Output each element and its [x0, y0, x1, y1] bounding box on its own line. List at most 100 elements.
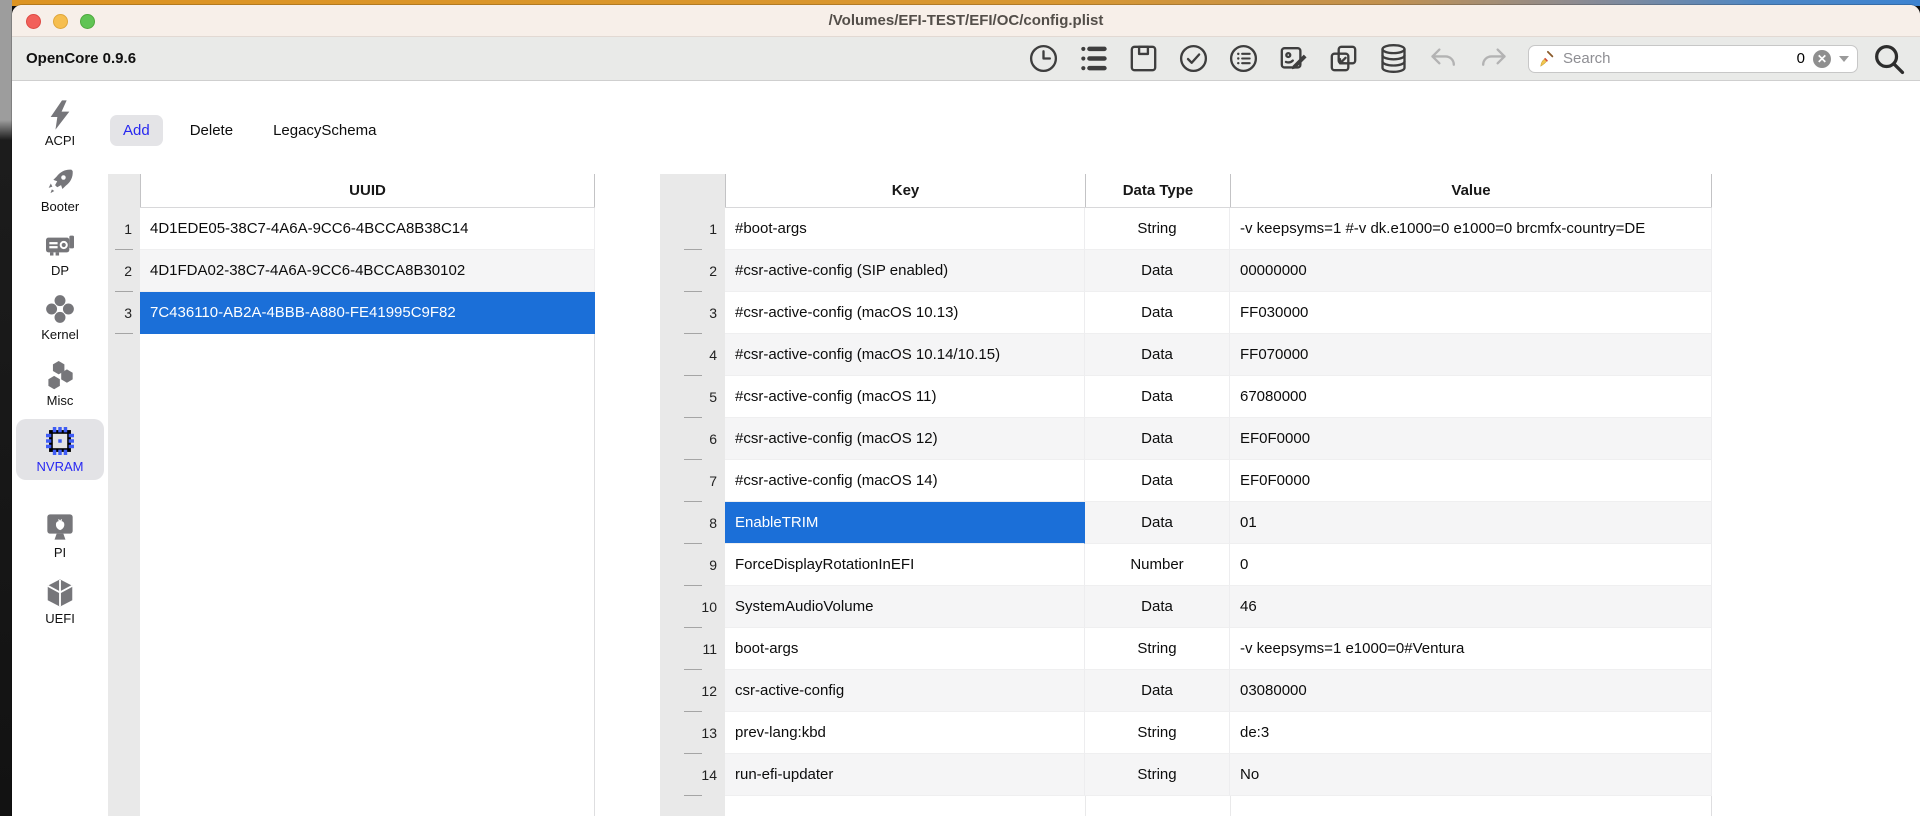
edit-plist-icon[interactable]	[1277, 42, 1310, 75]
data-type-cell[interactable]: Data	[1085, 502, 1230, 544]
clear-search-button[interactable]: ✕	[1813, 49, 1831, 68]
value-cell[interactable]: 03080000	[1230, 670, 1712, 712]
app-window: /Volumes/EFI-TEST/EFI/OC/config.plist Op…	[12, 5, 1920, 816]
key-cell[interactable]: #csr-active-config (macOS 10.13)	[725, 292, 1085, 334]
key-column-header[interactable]: Key	[725, 174, 1085, 207]
uuid-cell[interactable]: 7C436110-AB2A-4BBB-A880-FE41995C9F82	[140, 292, 595, 334]
nvram-table-row[interactable]: 9 ForceDisplayRotationInEFI Number 0	[660, 544, 1712, 586]
nvram-table-row[interactable]: 6 #csr-active-config (macOS 12) Data EF0F00…	[660, 418, 1712, 460]
toolbar: OpenCore 0.9.6 Search 0 ✕	[12, 37, 1920, 81]
data-type-cell[interactable]: String	[1085, 628, 1230, 670]
key-cell[interactable]: EnableTRIM	[725, 502, 1085, 544]
search-input[interactable]: Search 0 ✕	[1528, 44, 1858, 73]
tab-legacyschema[interactable]: LegacySchema	[260, 115, 389, 146]
value-cell[interactable]: de:3	[1230, 712, 1712, 754]
database-icon[interactable]	[1377, 42, 1410, 75]
data-type-cell[interactable]: Data	[1085, 292, 1230, 334]
data-type-cell[interactable]: Data	[1085, 460, 1230, 502]
value-cell[interactable]: 67080000	[1230, 376, 1712, 418]
value-cell[interactable]: 46	[1230, 586, 1712, 628]
sidebar-item-booter[interactable]: Booter	[16, 159, 104, 220]
sidebar-item-acpi[interactable]: ACPI	[16, 93, 104, 154]
nvram-table-row[interactable]: 8 EnableTRIM Data 01	[660, 502, 1712, 544]
nvram-table-row[interactable]: 14 run-efi-updater String No	[660, 754, 1712, 796]
key-cell[interactable]: #csr-active-config (macOS 11)	[725, 376, 1085, 418]
validate-icon[interactable]	[1177, 42, 1210, 75]
uuid-cell[interactable]: 4D1EDE05-38C7-4A6A-9CC6-4BCCA8B38C14	[140, 208, 595, 250]
sidebar-item-label: NVRAM	[36, 459, 84, 474]
key-cell[interactable]: boot-args	[725, 628, 1085, 670]
nvram-table-row[interactable]: 1 #boot-args String -v keepsyms=1 #-v dk.e1…	[660, 208, 1712, 250]
nvram-table-row[interactable]: 3 #csr-active-config (macOS 10.13) Data FF0…	[660, 292, 1712, 334]
nvram-table-row[interactable]: 10 SystemAudioVolume Data 46	[660, 586, 1712, 628]
tab-add[interactable]: Add	[110, 115, 163, 146]
data-type-cell[interactable]: Data	[1085, 670, 1230, 712]
data-type-cell[interactable]: Data	[1085, 334, 1230, 376]
sidebar-item-kernel[interactable]: Kernel	[16, 287, 104, 348]
sidebar: ACPI Booter DP Kernel Misc NVRAM PI UEFI	[12, 81, 108, 816]
value-cell[interactable]: 0	[1230, 544, 1712, 586]
value-column-header[interactable]: Value	[1230, 174, 1712, 207]
data-type-cell[interactable]: Number	[1085, 544, 1230, 586]
key-cell[interactable]: #csr-active-config (macOS 10.14/10.15)	[725, 334, 1085, 376]
row-number: 8	[660, 502, 725, 544]
key-cell[interactable]: #csr-active-config (macOS 12)	[725, 418, 1085, 460]
key-cell[interactable]: ForceDisplayRotationInEFI	[725, 544, 1085, 586]
uuid-cell[interactable]: 4D1FDA02-38C7-4A6A-9CC6-4BCCA8B30102	[140, 250, 595, 292]
uuid-column-header[interactable]: UUID	[140, 174, 595, 207]
history-icon[interactable]	[1027, 42, 1060, 75]
uuid-table-row[interactable]: 2 4D1FDA02-38C7-4A6A-9CC6-4BCCA8B30102	[108, 250, 595, 292]
snapshot-list-icon[interactable]	[1077, 42, 1110, 75]
value-cell[interactable]: 00000000	[1230, 250, 1712, 292]
value-cell[interactable]: FF030000	[1230, 292, 1712, 334]
key-cell[interactable]: run-efi-updater	[725, 754, 1085, 796]
value-cell[interactable]: 01	[1230, 502, 1712, 544]
oc-info-icon[interactable]	[1227, 42, 1260, 75]
row-number: 1	[660, 208, 725, 250]
nvram-table-row[interactable]: 13 prev-lang:kbd String de:3	[660, 712, 1712, 754]
key-cell[interactable]: prev-lang:kbd	[725, 712, 1085, 754]
value-cell[interactable]: EF0F0000	[1230, 460, 1712, 502]
key-cell[interactable]: #boot-args	[725, 208, 1085, 250]
nvram-table-row[interactable]: 7 #csr-active-config (macOS 14) Data EF0F00…	[660, 460, 1712, 502]
nvram-table-row[interactable]: 2 #csr-active-config (SIP enabled) Data 000…	[660, 250, 1712, 292]
key-cell[interactable]: #csr-active-config (macOS 14)	[725, 460, 1085, 502]
key-cell[interactable]: #csr-active-config (SIP enabled)	[725, 250, 1085, 292]
tab-delete[interactable]: Delete	[177, 115, 246, 146]
nvram-table-row[interactable]: 5 #csr-active-config (macOS 11) Data 670800…	[660, 376, 1712, 418]
data-type-cell[interactable]: String	[1085, 712, 1230, 754]
data-type-cell[interactable]: String	[1085, 208, 1230, 250]
uuid-table-row[interactable]: 3 7C436110-AB2A-4BBB-A880-FE41995C9F82	[108, 292, 595, 334]
sidebar-item-pi[interactable]: PI	[16, 505, 104, 566]
sidebar-item-uefi[interactable]: UEFI	[16, 571, 104, 632]
key-cell[interactable]: csr-active-config	[725, 670, 1085, 712]
undo-icon[interactable]	[1427, 42, 1460, 75]
nvram-table-row[interactable]: 4 #csr-active-config (macOS 10.14/10.15) D…	[660, 334, 1712, 376]
data-type-cell[interactable]: Data	[1085, 376, 1230, 418]
save-icon[interactable]	[1127, 42, 1160, 75]
row-number: 11	[660, 628, 725, 670]
value-cell[interactable]: -v keepsyms=1 e1000=0#Ventura	[1230, 628, 1712, 670]
data-type-cell[interactable]: Data	[1085, 250, 1230, 292]
value-cell[interactable]: -v keepsyms=1 #-v dk.e1000=0 e1000=0 brc…	[1230, 208, 1712, 250]
sidebar-item-dp[interactable]: DP	[16, 223, 104, 284]
data-type-cell[interactable]: Data	[1085, 586, 1230, 628]
data-type-column-header[interactable]: Data Type	[1085, 174, 1230, 207]
redo-icon[interactable]	[1477, 42, 1510, 75]
sync-icon[interactable]	[1327, 42, 1360, 75]
value-cell[interactable]: EF0F0000	[1230, 418, 1712, 460]
chevron-down-icon[interactable]	[1839, 55, 1849, 62]
sidebar-item-misc[interactable]: Misc	[16, 353, 104, 414]
value-cell[interactable]: No	[1230, 754, 1712, 796]
data-type-cell[interactable]: String	[1085, 754, 1230, 796]
key-cell[interactable]: SystemAudioVolume	[725, 586, 1085, 628]
nvram-table-row[interactable]: 11 boot-args String -v keepsyms=1 e1000=0#V…	[660, 628, 1712, 670]
row-number: 2	[660, 250, 725, 292]
uuid-table-row[interactable]: 1 4D1EDE05-38C7-4A6A-9CC6-4BCCA8B38C14	[108, 208, 595, 250]
value-cell[interactable]: FF070000	[1230, 334, 1712, 376]
nvram-table-row[interactable]: 12 csr-active-config Data 03080000	[660, 670, 1712, 712]
data-type-cell[interactable]: Data	[1085, 418, 1230, 460]
sidebar-item-nvram[interactable]: NVRAM	[16, 419, 104, 480]
search-button[interactable]	[1872, 42, 1906, 76]
window-title: /Volumes/EFI-TEST/EFI/OC/config.plist	[828, 12, 1104, 29]
